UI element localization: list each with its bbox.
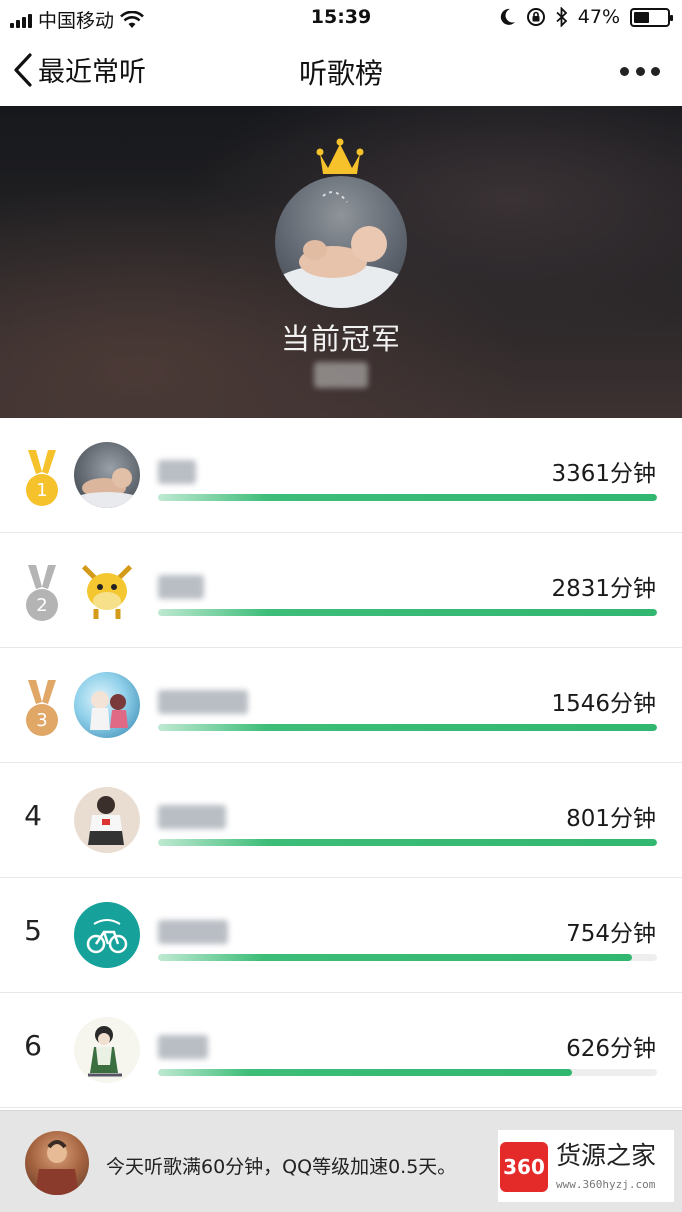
ranking-row[interactable]: 1 3361分钟 (0, 418, 682, 533)
champion-avatar[interactable] (275, 176, 407, 308)
ranking-list: 1 3361分钟 2 2831分钟 3 1546分钟 4 801分钟 5 754… (0, 418, 682, 1108)
watermark-logo: 360 (500, 1142, 548, 1192)
bluetooth-icon (556, 7, 568, 27)
watermark-url: www.360hyzj.com (556, 1178, 656, 1191)
username-blurred (158, 460, 196, 484)
username-blurred (158, 920, 228, 944)
avatar (74, 672, 140, 738)
status-right: 47% (500, 6, 673, 28)
battery-percent: 47% (577, 6, 620, 28)
progress-bar (158, 724, 657, 731)
moon-icon (500, 8, 515, 25)
champion-name-blurred (314, 362, 368, 388)
avatar (74, 1017, 140, 1083)
listen-minutes: 2831分钟 (551, 576, 656, 602)
banner-text: 今天听歌满60分钟，QQ等级加速0.5天。 (106, 1156, 457, 1178)
listen-minutes: 626分钟 (566, 1036, 656, 1062)
progress-track (158, 1069, 657, 1076)
progress-track (158, 954, 657, 961)
rank-number: 1 (36, 480, 48, 501)
username-blurred (158, 575, 204, 599)
avatar (74, 442, 140, 508)
rotation-lock-icon (526, 8, 545, 26)
progress-bar (158, 494, 657, 501)
more-icon-dot (635, 66, 645, 76)
listen-minutes: 3361分钟 (551, 461, 656, 487)
progress-bar (158, 839, 657, 846)
username-blurred (158, 1035, 208, 1059)
progress-track (158, 724, 657, 731)
progress-bar (158, 1069, 573, 1076)
more-icon-dot (620, 66, 629, 76)
battery-icon (630, 7, 673, 27)
username-blurred (158, 690, 248, 714)
listen-minutes: 1546分钟 (551, 691, 656, 717)
watermark-title: 货源之家 (556, 1141, 657, 1170)
rank-number: 3 (36, 710, 48, 731)
champion-title: 当前冠军 (280, 322, 401, 356)
champion-hero: 当前冠军 (0, 106, 682, 418)
listen-minutes: 801分钟 (566, 806, 656, 832)
avatar (74, 902, 140, 968)
page-title: 听歌榜 (298, 57, 383, 90)
progress-track (158, 839, 657, 846)
more-icon-dot (651, 66, 660, 76)
username-blurred (158, 805, 226, 829)
avatar (74, 557, 140, 623)
ranking-row[interactable]: 3 1546分钟 (0, 648, 682, 763)
bottom-banner[interactable]: 今天听歌满60分钟，QQ等级加速0.5天。 360 货源之家 www.360hy… (0, 1110, 682, 1212)
user-avatar (25, 1131, 89, 1195)
watermark: 360 货源之家 www.360hyzj.com (498, 1130, 674, 1202)
avatar (74, 787, 140, 853)
ranking-row[interactable]: 4 801分钟 (0, 763, 682, 878)
rank-number: 2 (36, 595, 48, 616)
nav-bar: 最近常听 听歌榜 (0, 36, 682, 106)
listen-minutes: 754分钟 (566, 921, 656, 947)
ranking-row[interactable]: 6 626分钟 (0, 993, 682, 1108)
progress-bar (158, 954, 633, 961)
progress-track (158, 609, 657, 616)
progress-bar (158, 609, 657, 616)
baby-photo (275, 191, 407, 308)
rank-number: 6 (24, 1029, 42, 1062)
status-bar: 中国移动 15:39 47% (0, 0, 682, 36)
ranking-row[interactable]: 2 2831分钟 (0, 533, 682, 648)
ranking-row[interactable]: 5 754分钟 (0, 878, 682, 993)
progress-track (158, 494, 657, 501)
rank-number: 5 (24, 914, 42, 947)
crown-icon (316, 138, 364, 174)
more-button[interactable] (620, 64, 660, 78)
rank-number: 4 (24, 799, 42, 832)
